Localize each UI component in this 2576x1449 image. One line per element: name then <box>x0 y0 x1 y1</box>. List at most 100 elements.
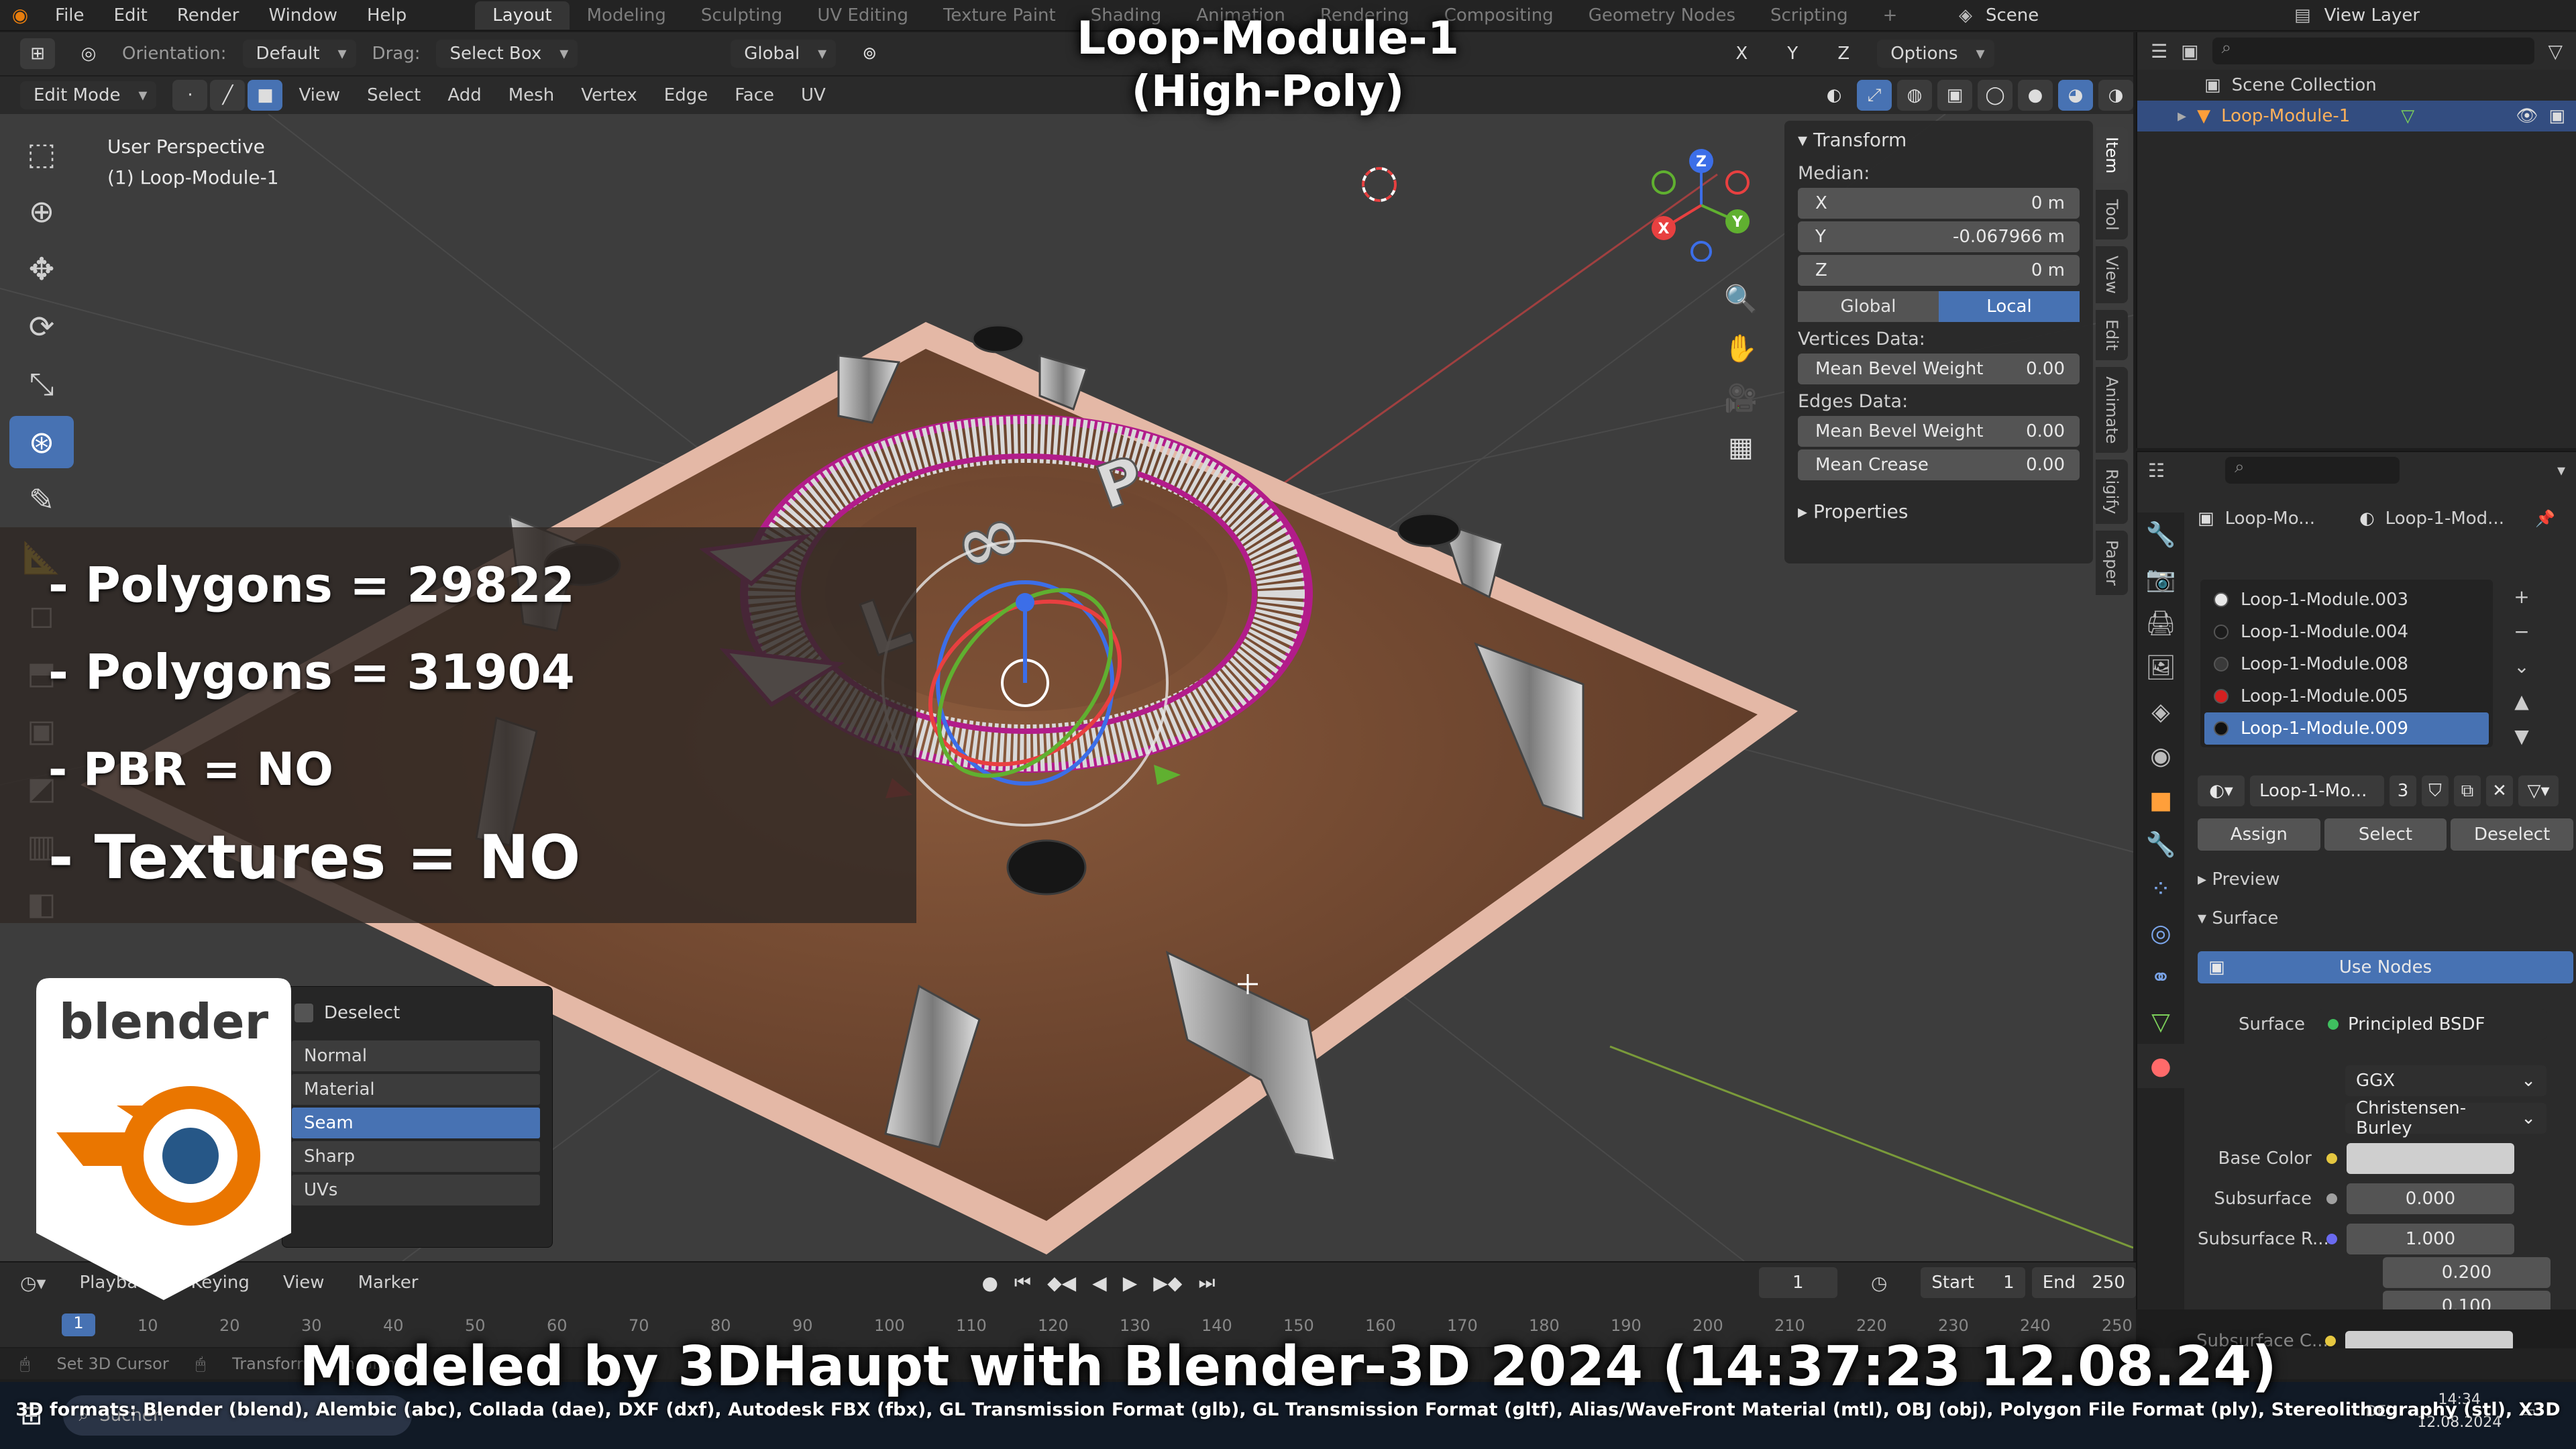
pan-hand-icon[interactable]: ✋ <box>1717 325 1764 372</box>
pin-icon[interactable]: 📌 <box>2535 509 2555 528</box>
remove-slot-icon[interactable]: − <box>2505 614 2538 649</box>
filter-icon[interactable]: ▽ <box>2548 40 2563 62</box>
props-options-icon[interactable]: ▾ <box>2557 461 2565 480</box>
display-mode-icon[interactable]: ▣ <box>2181 40 2198 62</box>
add-workspace-icon[interactable]: + <box>1866 1 1915 30</box>
assign-button[interactable]: Assign <box>2198 818 2320 851</box>
menu-edit[interactable]: Edit <box>99 5 162 25</box>
zoom-icon[interactable]: 🔍 <box>1717 275 1764 322</box>
move-slot-down-icon[interactable]: ▼ <box>2505 719 2538 754</box>
menu-help[interactable]: Help <box>352 5 421 25</box>
median-z-field[interactable]: Z 0 m <box>1798 255 2080 286</box>
unlink-material-icon[interactable]: ✕ <box>2486 775 2513 806</box>
sidebar-tab-item[interactable]: Item <box>2096 127 2128 183</box>
add-slot-icon[interactable]: + <box>2505 580 2538 614</box>
mirror-z-icon[interactable]: Z <box>1826 38 1861 69</box>
mode-dropdown[interactable]: Edit Mode <box>20 81 157 109</box>
ortho-grid-icon[interactable]: ▦ <box>1717 424 1764 471</box>
active-tool-icon[interactable]: ◎ <box>71 38 106 69</box>
tool-tab-icon[interactable]: 🔧 <box>2137 513 2184 557</box>
move-tool-icon[interactable]: ✥ <box>9 243 74 295</box>
overlay-toggle-icon[interactable]: ◍ <box>1897 80 1932 111</box>
rendered-shading-icon[interactable]: ◑ <box>2098 80 2133 111</box>
material-slot-item[interactable]: Loop-1-Module.003 <box>2204 584 2489 616</box>
median-y-field[interactable]: Y -0.067966 m <box>1798 221 2080 252</box>
subsurface-radius-z[interactable]: 0.100 <box>2383 1291 2551 1309</box>
base-color-swatch[interactable] <box>2347 1143 2514 1174</box>
wireframe-shading-icon[interactable]: ◯ <box>1978 80 2012 111</box>
material-slot-item[interactable]: Loop-1-Module.008 <box>2204 648 2489 680</box>
annotate-tool-icon[interactable]: ✎ <box>9 474 74 526</box>
fake-user-icon[interactable]: ⛉ <box>2422 775 2449 806</box>
sidebar-tab-rigify[interactable]: Rigify <box>2096 460 2128 524</box>
subsurface-radius-x[interactable]: 1.000 <box>2347 1224 2514 1254</box>
sidebar-tab-paper[interactable]: Paper <box>2096 530 2128 595</box>
properties-type-icon[interactable]: ☷ <box>2148 460 2165 482</box>
scene-collection-row[interactable]: ▣ Scene Collection <box>2137 70 2576 101</box>
data-tab-icon[interactable]: ▽ <box>2137 1000 2184 1044</box>
mirror-x-icon[interactable]: X <box>1724 38 1759 69</box>
visibility-icon[interactable]: ◐ <box>1817 80 1851 111</box>
vertex-bevel-weight-field[interactable]: Mean Bevel Weight 0.00 <box>1798 354 2080 384</box>
tab-layout[interactable]: Layout <box>475 1 570 30</box>
material-name-field[interactable]: Loop-1-Mo... <box>2250 775 2384 806</box>
viewport-menu-add[interactable]: Add <box>447 85 481 105</box>
tab-sculpting[interactable]: Sculpting <box>684 1 800 30</box>
physics-tab-icon[interactable]: ◎ <box>2137 911 2184 955</box>
edge-bevel-weight-field[interactable]: Mean Bevel Weight 0.00 <box>1798 416 2080 447</box>
solid-shading-icon[interactable]: ● <box>2018 80 2053 111</box>
scene-selector[interactable]: ◈ Scene <box>1959 0 2039 31</box>
rotate-tool-icon[interactable]: ⟳ <box>9 301 74 353</box>
menu-window[interactable]: Window <box>254 5 352 25</box>
viewport-menu-select[interactable]: Select <box>367 85 421 105</box>
transform-tool-icon[interactable]: ⊛ <box>9 416 74 468</box>
xray-icon[interactable]: ▣ <box>1937 80 1972 111</box>
drag-dropdown[interactable]: Select Box <box>436 40 578 68</box>
options-dropdown[interactable]: Options <box>1877 40 1994 68</box>
outliner-object-row[interactable]: ▸ ▼ Loop-Module-1 ▽ 👁 ▣ <box>2137 101 2576 131</box>
tab-scripting[interactable]: Scripting <box>1753 1 1866 30</box>
global-button[interactable]: Global <box>1798 291 1939 322</box>
select-button[interactable]: Select <box>2324 818 2447 851</box>
material-slot-item[interactable]: Loop-1-Module.009 <box>2204 712 2489 745</box>
surface-panel-header[interactable]: ▾ Surface <box>2198 908 2278 928</box>
world-tab-icon[interactable]: ◉ <box>2137 734 2184 778</box>
viewport-menu-view[interactable]: View <box>299 85 340 105</box>
playhead[interactable]: 1 <box>62 1313 95 1336</box>
pivot-icon[interactable]: ⊚ <box>852 38 887 69</box>
modifier-tab-icon[interactable]: 🔧 <box>2137 822 2184 867</box>
tab-geometry-nodes[interactable]: Geometry Nodes <box>1571 1 1753 30</box>
mean-crease-field[interactable]: Mean Crease 0.00 <box>1798 449 2080 480</box>
scale-tool-icon[interactable]: ⤡ <box>9 358 74 411</box>
viewport-menu-face[interactable]: Face <box>735 85 774 105</box>
output-tab-icon[interactable]: 🖨 <box>2137 601 2184 645</box>
view-layer-tab-icon[interactable]: 🖼 <box>2137 645 2184 690</box>
material-shading-icon[interactable]: ◕ <box>2058 80 2093 111</box>
user-count[interactable]: 3 <box>2390 775 2416 806</box>
navigation-gizmo[interactable]: Z Y X <box>1637 141 1771 262</box>
sidebar-tab-tool[interactable]: Tool <box>2096 189 2128 240</box>
editor-type-icon[interactable]: ⊞ <box>20 38 55 69</box>
select-menu-item-uvs[interactable]: UVs <box>292 1175 540 1205</box>
constraints-tab-icon[interactable]: ⚭ <box>2137 955 2184 1000</box>
scene-tab-icon[interactable]: ◈ <box>2137 690 2184 734</box>
menu-file[interactable]: File <box>40 5 99 25</box>
expand-arrow-icon[interactable]: ▸ <box>2178 106 2186 126</box>
select-menu-item-seam[interactable]: Seam <box>292 1108 540 1138</box>
mirror-y-icon[interactable]: Y <box>1775 38 1810 69</box>
deselect-checkbox-row[interactable]: Deselect <box>294 1003 400 1023</box>
material-slot-item[interactable]: Loop-1-Module.005 <box>2204 680 2489 712</box>
material-tab-icon[interactable]: ● <box>2137 1044 2184 1088</box>
render-tab-icon[interactable]: 📷 <box>2137 557 2184 601</box>
gizmo-toggle-icon[interactable]: ⤢ <box>1857 80 1892 111</box>
blender-menu-icon[interactable]: ◉ <box>0 4 40 26</box>
select-menu-item-sharp[interactable]: Sharp <box>292 1141 540 1172</box>
3d-cursor[interactable] <box>1362 167 1397 202</box>
sidebar-tab-view[interactable]: View <box>2096 246 2128 304</box>
select-menu-item-normal[interactable]: Normal <box>292 1040 540 1071</box>
object-tab-icon[interactable]: ■ <box>2137 778 2184 822</box>
material-slot-item[interactable]: Loop-1-Module.004 <box>2204 616 2489 648</box>
cursor-tool-icon[interactable]: ⊕ <box>9 185 74 237</box>
preview-panel-header[interactable]: ▸ Preview <box>2198 869 2280 890</box>
outliner-type-icon[interactable]: ☰ <box>2151 40 2167 62</box>
